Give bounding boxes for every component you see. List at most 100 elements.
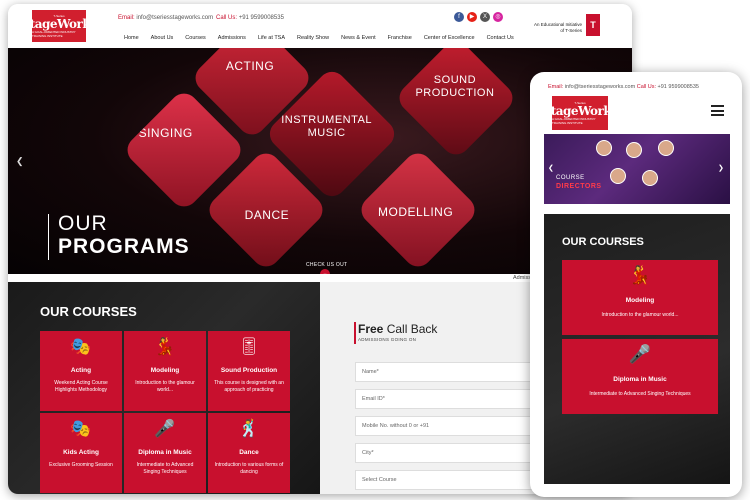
tseries-logo[interactable]: T bbox=[586, 14, 600, 36]
edu-initiative-text: An Educational Initiative of T-Series bbox=[533, 22, 582, 33]
email-label: Email: bbox=[118, 15, 135, 21]
course-desc: Weekend Acting Course Highlights Methodo… bbox=[54, 380, 108, 393]
course-card-dance[interactable]: 🕺 Dance Introduction to various forms of… bbox=[208, 413, 290, 493]
nav-center-of-excellence[interactable]: Center of Excellence bbox=[418, 35, 481, 41]
course-title: Diploma in Music bbox=[613, 376, 667, 383]
header-phone[interactable]: Call Us: +91 9599008535 bbox=[216, 15, 284, 21]
course-card-acting[interactable]: 🎭 Acting Weekend Acting Course Highlight… bbox=[40, 331, 122, 411]
city-field[interactable]: City* bbox=[355, 443, 545, 463]
mobile-course-card-diploma-music[interactable]: 🎤 Diploma in Music Intermediate to Advan… bbox=[562, 339, 718, 414]
logo-tagline: A GOAL-ORIENTED INDUSTRY TRAINING INSTIT… bbox=[32, 30, 76, 38]
email-field[interactable]: Email ID* bbox=[355, 389, 545, 409]
mobile-logo[interactable]: T-Series StageWorks A GOAL-ORIENTED INDU… bbox=[543, 96, 618, 130]
nav-about-us[interactable]: About Us bbox=[145, 35, 180, 41]
m-call-label: Call Us: bbox=[636, 84, 656, 90]
course-select[interactable]: Select Course bbox=[355, 470, 545, 490]
program-tile-modelling[interactable]: MODELLING bbox=[355, 147, 481, 273]
facebook-icon[interactable]: f bbox=[454, 12, 464, 22]
course-title: Modeling bbox=[625, 297, 655, 304]
phone-value[interactable]: +91 9599008535 bbox=[239, 15, 284, 21]
course-card-sound-production[interactable]: 🎚 Sound Production This course is design… bbox=[208, 331, 290, 411]
instagram-icon[interactable]: ◎ bbox=[493, 12, 503, 22]
courses-section: OUR COURSES 🎭 Acting Weekend Acting Cour… bbox=[8, 282, 320, 494]
kids-acting-icon: 🎭 bbox=[70, 419, 92, 438]
course-card-diploma-music[interactable]: 🎤 Diploma in Music Intermediate to Advan… bbox=[124, 413, 206, 493]
dance-icon: 🕺 bbox=[238, 419, 260, 438]
course-title: Sound Production bbox=[220, 367, 278, 374]
course-card-modeling[interactable]: 💃 Modeling Introduction to the glamour w… bbox=[124, 331, 206, 411]
nav-contact-us[interactable]: Contact Us bbox=[481, 35, 520, 41]
program-label-singing: SINGING bbox=[138, 126, 193, 141]
program-label-dance: DANCE bbox=[244, 208, 290, 223]
course-title: Modeling bbox=[150, 367, 180, 374]
callback-title-rest: Call Back bbox=[383, 322, 438, 336]
social-links: f ▶ X ◎ bbox=[454, 12, 503, 22]
course-title: Dance bbox=[239, 449, 259, 456]
hero-headline-programs: PROGRAMS bbox=[58, 235, 190, 258]
program-label-modelling: MODELLING bbox=[377, 204, 454, 219]
modeling-icon: 💃 bbox=[628, 265, 652, 285]
main-nav: Home About Us Courses Admissions Life at… bbox=[118, 35, 520, 41]
site-header: T-Series StageWorks A GOAL-ORIENTED INDU… bbox=[8, 4, 632, 48]
banner-next-arrow[interactable]: ❯ bbox=[718, 164, 724, 172]
banner-directors-text: DIRECTORS bbox=[556, 183, 602, 190]
m-phone-value[interactable]: +91 9599008535 bbox=[658, 84, 699, 90]
director-avatar bbox=[658, 140, 674, 156]
m-email-value[interactable]: info@tseriesstageworks.com bbox=[565, 84, 635, 90]
headline-bar bbox=[48, 214, 49, 260]
m-logo-wordmark: StageWorks bbox=[542, 104, 618, 118]
program-label-sound-production: SOUND PRODUCTION bbox=[415, 74, 495, 100]
hero-headline-our: OUR bbox=[58, 212, 108, 235]
course-desc: Exclusive Grooming Session bbox=[49, 462, 113, 468]
course-title: Kids Acting bbox=[63, 449, 99, 456]
site-logo[interactable]: T-Series StageWorks A GOAL-ORIENTED INDU… bbox=[22, 10, 97, 42]
mobile-mockup: Email: info@tseriesstageworks.com Call U… bbox=[530, 72, 742, 497]
course-desc: Introduction to various forms of dancing bbox=[214, 462, 284, 475]
hamburger-menu-icon[interactable] bbox=[711, 105, 724, 116]
courses-grid: 🎭 Acting Weekend Acting Course Highlight… bbox=[40, 331, 290, 493]
mobile-course-card-modeling[interactable]: 💃 Modeling Introduction to the glamour w… bbox=[562, 260, 718, 335]
x-icon[interactable]: X bbox=[480, 12, 490, 22]
callback-title-bold: Free bbox=[358, 322, 384, 336]
callback-title-bar bbox=[354, 322, 356, 344]
director-avatar bbox=[610, 168, 626, 184]
director-avatar bbox=[596, 140, 612, 156]
course-title: Diploma in Music bbox=[138, 449, 192, 456]
mobile-contact[interactable]: Email: info@tseriesstageworks.com Call U… bbox=[548, 84, 699, 90]
course-desc: Intermediate to Advanced Singing Techniq… bbox=[136, 462, 194, 475]
diploma-music-icon: 🎤 bbox=[154, 419, 176, 438]
course-title: Acting bbox=[70, 367, 92, 374]
program-label-acting: ACTING bbox=[225, 59, 275, 74]
nav-news-event[interactable]: News & Event bbox=[335, 35, 382, 41]
program-tile-sound-production[interactable]: SOUND PRODUCTION bbox=[393, 48, 519, 161]
callback-title: Free Call Back bbox=[358, 322, 437, 336]
call-label: Call Us: bbox=[216, 15, 238, 21]
nav-life-at-tsa[interactable]: Life at TSA bbox=[252, 35, 291, 41]
course-card-kids-acting[interactable]: 🎭 Kids Acting Exclusive Grooming Session bbox=[40, 413, 122, 493]
acting-icon: 🎭 bbox=[70, 337, 92, 356]
mobile-courses-title: OUR COURSES bbox=[562, 236, 644, 248]
email-value[interactable]: info@tseriesstageworks.com bbox=[136, 15, 213, 21]
director-avatar bbox=[626, 142, 642, 158]
check-us-out-link[interactable]: CHECK US OUT bbox=[306, 262, 347, 268]
youtube-icon[interactable]: ▶ bbox=[467, 12, 477, 22]
logo-wordmark: StageWorks bbox=[21, 17, 97, 31]
mobile-courses-section: OUR COURSES 💃 Modeling Introduction to t… bbox=[544, 214, 730, 484]
course-directors-banner: ❮ ❯ COURSE DIRECTORS bbox=[544, 134, 730, 204]
sound-production-icon: 🎚 bbox=[238, 337, 260, 356]
program-label-instrumental-music: INSTRUMENTAL MUSIC bbox=[281, 114, 372, 140]
name-field[interactable]: Name* bbox=[355, 362, 545, 382]
mockup-stage: T-Series StageWorks A GOAL-ORIENTED INDU… bbox=[0, 0, 750, 500]
nav-reality-show[interactable]: Reality Show bbox=[291, 35, 335, 41]
nav-home[interactable]: Home bbox=[118, 35, 145, 41]
header-email[interactable]: Email: info@tseriesstageworks.com bbox=[118, 15, 213, 21]
nav-courses[interactable]: Courses bbox=[179, 35, 211, 41]
m-logo-tagline: A GOAL-ORIENTED INDUSTRY TRAINING INSTIT… bbox=[552, 117, 596, 125]
hero-prev-arrow[interactable]: ❮ bbox=[16, 156, 24, 167]
mobile-field[interactable]: Mobile No. without 0 or +91 bbox=[355, 416, 545, 436]
nav-admissions[interactable]: Admissions bbox=[212, 35, 252, 41]
course-desc: Introduction to the glamour world... bbox=[601, 312, 679, 318]
nav-franchise[interactable]: Franchise bbox=[382, 35, 418, 41]
banner-prev-arrow[interactable]: ❮ bbox=[548, 164, 554, 172]
director-avatar bbox=[642, 170, 658, 186]
